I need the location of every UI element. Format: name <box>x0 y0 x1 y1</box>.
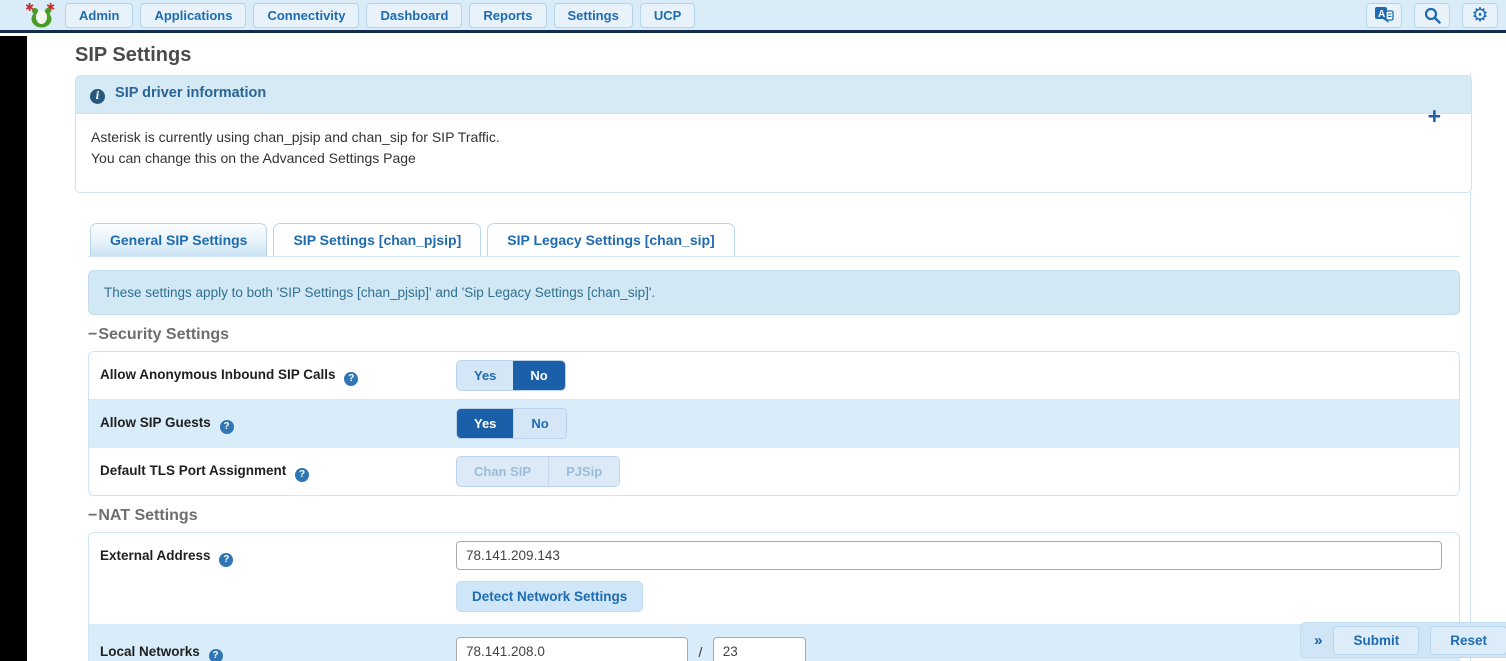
settings-apply-alert: These settings apply to both 'SIP Settin… <box>88 270 1460 315</box>
page-title: SIP Settings <box>75 44 1472 67</box>
local-networks-label-text: Local Networks <box>100 644 200 659</box>
tab-general-sip-settings[interactable]: General SIP Settings <box>90 223 267 256</box>
tab-sip-settings-chan-pjsip[interactable]: SIP Settings [chan_pjsip] <box>273 223 481 256</box>
allow-sip-guests-label: Allow SIP Guests ? <box>100 408 456 434</box>
allow-anonymous-label: Allow Anonymous Inbound SIP Calls ? <box>100 360 456 386</box>
expand-plus-icon[interactable]: + <box>1428 106 1441 126</box>
allow-sip-guests-no-button[interactable]: No <box>513 409 565 438</box>
help-icon[interactable]: ? <box>295 468 309 482</box>
security-settings-header[interactable]: −Security Settings <box>88 325 1460 345</box>
row-local-networks: Local Networks ? / <box>89 625 1459 661</box>
settings-gear-button[interactable]: ⚙ <box>1462 3 1498 28</box>
svg-text:A: A <box>1378 9 1385 20</box>
nav-item-settings[interactable]: Settings <box>554 3 633 28</box>
security-settings-box: Allow Anonymous Inbound SIP Calls ? Yes … <box>88 351 1460 496</box>
collapse-dash-icon: − <box>88 326 97 343</box>
allow-sip-guests-yes-button[interactable]: Yes <box>457 409 513 438</box>
nat-settings-title: NAT Settings <box>98 507 197 524</box>
left-black-strip <box>0 36 27 661</box>
local-network-input[interactable] <box>456 637 688 661</box>
external-address-label: External Address ? <box>100 541 456 567</box>
row-default-tls-port: Default TLS Port Assignment ? Chan SIP P… <box>89 448 1459 495</box>
info-icon: i <box>90 89 105 104</box>
detect-network-settings-button[interactable]: Detect Network Settings <box>456 581 643 612</box>
network-mask-input[interactable] <box>713 637 806 661</box>
nav-item-reports[interactable]: Reports <box>469 3 546 28</box>
toolbar-collapse-chevron-icon[interactable]: » <box>1314 632 1322 649</box>
allow-sip-guests-control: Yes No <box>456 408 1448 439</box>
allow-anonymous-label-text: Allow Anonymous Inbound SIP Calls <box>100 367 336 382</box>
translate-button[interactable]: A <box>1366 3 1402 28</box>
allow-anonymous-toggle: Yes No <box>456 360 566 391</box>
action-toolbar: » Submit Reset <box>1300 622 1506 658</box>
nav-item-admin[interactable]: Admin <box>65 3 133 28</box>
driver-info-line-1: Asterisk is currently using chan_pjsip a… <box>91 127 1456 148</box>
allow-sip-guests-label-text: Allow SIP Guests <box>100 415 211 430</box>
translate-icon: A <box>1374 6 1394 24</box>
allow-sip-guests-toggle: Yes No <box>456 408 567 439</box>
tls-pjsip-button[interactable]: PJSip <box>548 457 619 486</box>
nat-settings-header[interactable]: −NAT Settings <box>88 506 1460 526</box>
security-settings-title: Security Settings <box>98 326 229 343</box>
sip-driver-info-title: SIP driver information <box>115 85 266 101</box>
sip-settings-tabs: General SIP Settings SIP Settings [chan_… <box>88 223 1460 257</box>
help-icon[interactable]: ? <box>220 420 234 434</box>
nav-menu: Admin Applications Connectivity Dashboar… <box>65 3 1366 28</box>
search-button[interactable] <box>1414 3 1450 28</box>
frog-logo-icon: ✱ ✱ <box>26 2 57 29</box>
gear-icon: ⚙ <box>1471 6 1488 25</box>
search-icon <box>1424 7 1441 24</box>
top-nav: ✱ ✱ Admin Applications Connectivity Dash… <box>0 0 1506 33</box>
collapse-dash-icon: − <box>88 507 97 524</box>
submit-button[interactable]: Submit <box>1333 626 1419 655</box>
main-content: SIP Settings i SIP driver information + … <box>27 36 1506 661</box>
settings-area: General SIP Settings SIP Settings [chan_… <box>88 223 1460 661</box>
screen: ✱ ✱ Admin Applications Connectivity Dash… <box>0 0 1506 661</box>
network-mask-separator: / <box>698 644 702 660</box>
nav-item-applications[interactable]: Applications <box>140 3 246 28</box>
nav-item-connectivity[interactable]: Connectivity <box>253 3 359 28</box>
reset-button[interactable]: Reset <box>1430 626 1506 655</box>
nav-item-ucp[interactable]: UCP <box>640 3 695 28</box>
local-networks-label: Local Networks ? <box>100 637 456 661</box>
help-icon[interactable]: ? <box>219 553 233 567</box>
row-allow-sip-guests: Allow SIP Guests ? Yes No <box>89 400 1459 448</box>
nat-settings-box: External Address ? Detect Network Settin… <box>88 532 1460 661</box>
driver-info-line-2: You can change this on the Advanced Sett… <box>91 148 1456 169</box>
sip-driver-info-panel: i SIP driver information + Asterisk is c… <box>75 75 1472 193</box>
external-address-label-text: External Address <box>100 548 211 563</box>
allow-anonymous-yes-button[interactable]: Yes <box>457 361 513 390</box>
sip-driver-info-body: Asterisk is currently using chan_pjsip a… <box>76 114 1471 192</box>
tab-sip-legacy-settings-chan-sip[interactable]: SIP Legacy Settings [chan_sip] <box>487 223 734 256</box>
default-tls-port-control: Chan SIP PJSip <box>456 456 1448 487</box>
row-external-address: External Address ? Detect Network Settin… <box>89 533 1459 625</box>
allow-anonymous-no-button[interactable]: No <box>513 361 564 390</box>
nav-right-icons: A ⚙ <box>1366 3 1500 28</box>
tls-chan-sip-button[interactable]: Chan SIP <box>457 457 548 486</box>
external-address-input[interactable] <box>456 541 1442 570</box>
sip-driver-info-header[interactable]: i SIP driver information + <box>76 76 1471 114</box>
default-tls-port-label: Default TLS Port Assignment ? <box>100 456 456 482</box>
help-icon[interactable]: ? <box>209 649 223 661</box>
allow-anonymous-control: Yes No <box>456 360 1448 391</box>
nav-item-dashboard[interactable]: Dashboard <box>366 3 462 28</box>
help-icon[interactable]: ? <box>344 372 358 386</box>
default-tls-port-toggle: Chan SIP PJSip <box>456 456 620 487</box>
default-tls-port-label-text: Default TLS Port Assignment <box>100 463 286 478</box>
external-address-control: Detect Network Settings <box>456 541 1448 612</box>
row-allow-anonymous-inbound: Allow Anonymous Inbound SIP Calls ? Yes … <box>89 352 1459 400</box>
freepbx-logo[interactable]: ✱ ✱ <box>26 2 57 29</box>
